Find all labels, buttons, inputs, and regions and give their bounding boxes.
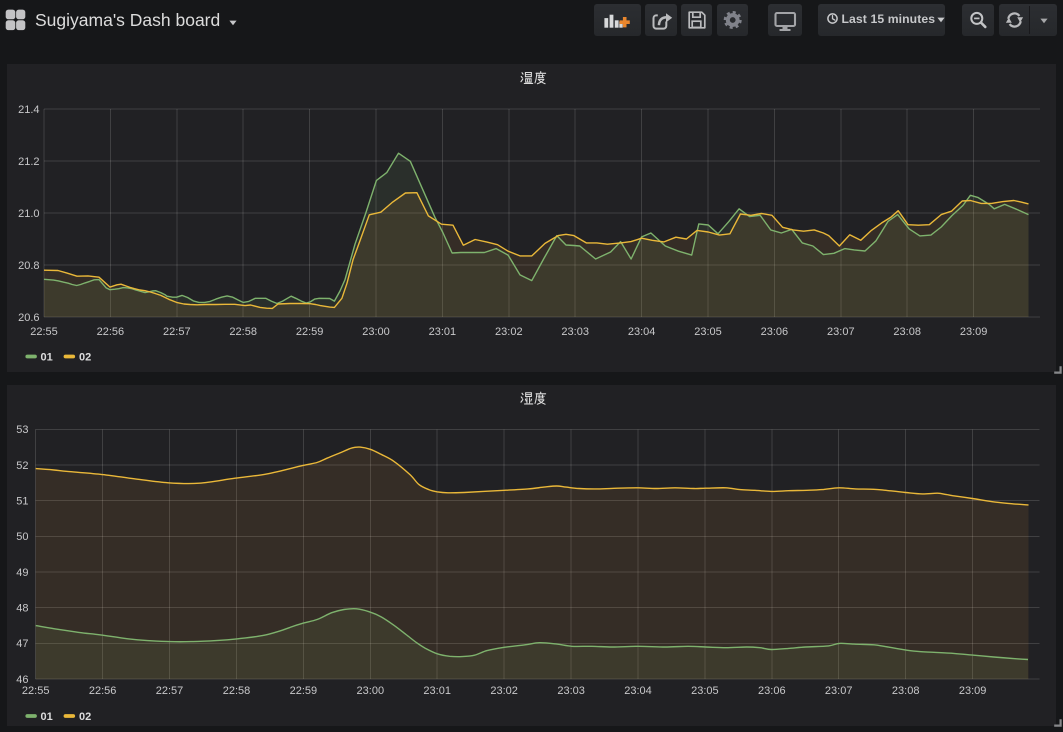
svg-text:01: 01 [41, 352, 53, 364]
svg-text:22:55: 22:55 [30, 326, 58, 338]
svg-text:23:07: 23:07 [827, 326, 855, 338]
svg-text:49: 49 [16, 567, 28, 579]
svg-text:22:59: 22:59 [290, 685, 318, 697]
svg-text:23:01: 23:01 [429, 326, 457, 338]
svg-text:22:59: 22:59 [296, 326, 324, 338]
svg-text:22:57: 22:57 [163, 326, 191, 338]
svg-text:22:57: 22:57 [156, 685, 184, 697]
svg-text:22:56: 22:56 [97, 326, 125, 338]
svg-text:23:04: 23:04 [624, 685, 652, 697]
svg-text:22:58: 22:58 [229, 326, 257, 338]
svg-text:23:09: 23:09 [959, 685, 987, 697]
svg-text:23:00: 23:00 [362, 326, 390, 338]
svg-text:23:00: 23:00 [357, 685, 385, 697]
svg-text:23:08: 23:08 [892, 685, 920, 697]
svg-text:23:06: 23:06 [761, 326, 789, 338]
svg-text:23:03: 23:03 [561, 326, 589, 338]
svg-text:20.8: 20.8 [18, 260, 39, 272]
svg-text:53: 53 [16, 424, 28, 436]
svg-text:21.4: 21.4 [18, 104, 39, 116]
svg-text:01: 01 [41, 711, 53, 723]
svg-text:52: 52 [16, 460, 28, 472]
svg-text:02: 02 [79, 711, 91, 723]
svg-text:23:08: 23:08 [893, 326, 921, 338]
svg-text:23:05: 23:05 [691, 685, 719, 697]
svg-text:23:09: 23:09 [960, 326, 988, 338]
svg-text:23:02: 23:02 [495, 326, 523, 338]
svg-text:51: 51 [16, 496, 28, 508]
svg-text:22:58: 22:58 [223, 685, 251, 697]
svg-text:48: 48 [16, 603, 28, 615]
svg-text:23:02: 23:02 [490, 685, 518, 697]
svg-text:22:56: 22:56 [89, 685, 117, 697]
svg-text:20.6: 20.6 [18, 312, 39, 324]
svg-text:23:01: 23:01 [423, 685, 451, 697]
svg-text:21.2: 21.2 [18, 156, 39, 168]
svg-text:21.0: 21.0 [18, 208, 39, 220]
svg-text:50: 50 [16, 531, 28, 543]
svg-text:23:07: 23:07 [825, 685, 853, 697]
svg-text:23:04: 23:04 [628, 326, 656, 338]
svg-text:02: 02 [79, 352, 91, 364]
svg-text:23:06: 23:06 [758, 685, 786, 697]
svg-text:22:55: 22:55 [22, 685, 50, 697]
svg-text:23:05: 23:05 [694, 326, 722, 338]
svg-text:23:03: 23:03 [557, 685, 585, 697]
svg-text:47: 47 [16, 638, 28, 650]
